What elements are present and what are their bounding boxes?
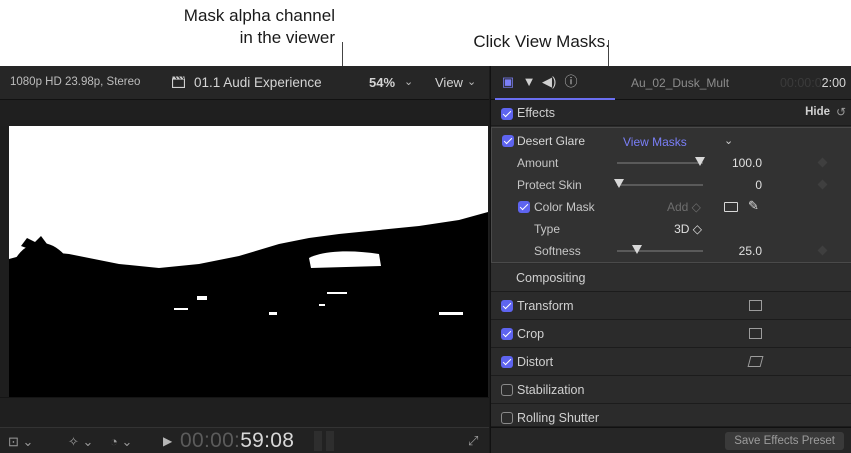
compositing-label: Compositing	[516, 271, 586, 285]
distort-onscreen-icon[interactable]	[747, 356, 764, 367]
timecode: 00:00:59:08	[180, 429, 294, 453]
audio-inspector-icon[interactable]: ◀)	[542, 75, 556, 89]
figure: Mask alpha channel in the viewer Click V…	[0, 0, 851, 453]
callout-view-masks: Click View Masks.	[473, 32, 610, 51]
transform-tools-icon[interactable]: ⊡ ⌄	[8, 434, 33, 450]
crop-checkbox[interactable]	[501, 328, 513, 340]
viewer: 1080p HD 23.98p, Stereo 01.1 Audi Experi…	[0, 66, 489, 453]
softness-slider-track[interactable]	[617, 250, 703, 252]
distort-row[interactable]: Distort	[491, 348, 851, 376]
transform-row[interactable]: Transform	[491, 292, 851, 320]
rolling-shutter-row[interactable]: Rolling Shutter	[491, 404, 851, 427]
timecode-dim: 00:00:	[180, 429, 241, 452]
format-label: 1080p HD 23.98p, Stereo	[10, 76, 141, 88]
property-label: Transform	[517, 299, 574, 313]
softness-label: Softness	[534, 244, 581, 258]
audio-meter-right	[326, 431, 334, 451]
reset-icon[interactable]: ↺	[836, 105, 846, 119]
fcp-window: 1080p HD 23.98p, Stereo 01.1 Audi Experi…	[0, 66, 851, 453]
callout-mask-alpha: Mask alpha channel in the viewer	[100, 5, 335, 49]
viewer-image-mask[interactable]	[9, 126, 488, 397]
chevron-down-icon[interactable]: ⌄	[724, 134, 733, 147]
enhance-wand-icon[interactable]: ✧ ⌄	[68, 434, 93, 450]
amount-slider-track[interactable]	[617, 162, 703, 164]
viewer-header: 1080p HD 23.98p, Stereo 01.1 Audi Experi…	[0, 66, 489, 100]
inspector: ▣ ▼ ◀) ⓘ Au_02_Dusk_Mult 00:00:02:00 Eff…	[490, 66, 851, 453]
param-protect-skin: Protect Skin 0	[492, 174, 851, 196]
eyedropper-icon[interactable]: ✎	[748, 198, 759, 214]
clapper-icon	[172, 76, 185, 88]
view-masks-button[interactable]: View Masks	[623, 135, 687, 149]
desert-glare-checkbox[interactable]	[502, 135, 514, 147]
callout-line-1: Mask alpha channel	[183, 6, 335, 25]
add-mask-button[interactable]: Add ◇	[667, 200, 701, 214]
clip-duration: 00:00:02:00	[780, 76, 846, 90]
chevron-down-icon[interactable]: ⌄	[467, 75, 476, 88]
param-softness: Softness 25.0	[492, 240, 851, 262]
transform-checkbox[interactable]	[501, 300, 513, 312]
effect-header: Desert Glare View Masks ⌄	[492, 130, 851, 152]
color-mask-label: Color Mask	[534, 200, 595, 214]
viewer-letterbox-bottom	[0, 397, 489, 427]
rolling-shutter-checkbox[interactable]	[501, 412, 513, 424]
inspector-header: ▣ ▼ ◀) ⓘ Au_02_Dusk_Mult 00:00:02:00	[491, 66, 851, 100]
softness-value[interactable]: 25.0	[702, 244, 762, 258]
fullscreen-icon[interactable]: ⤢	[468, 433, 478, 449]
param-label: Amount	[517, 156, 559, 170]
callout-line-2: in the viewer	[239, 28, 335, 47]
effects-label: Effects	[517, 106, 555, 120]
crop-onscreen-icon[interactable]	[749, 328, 762, 339]
info-inspector-icon[interactable]: ⓘ	[564, 75, 578, 89]
effects-checkbox[interactable]	[501, 108, 513, 120]
transform-onscreen-icon[interactable]	[749, 300, 762, 311]
type-value[interactable]: 3D ◇	[642, 222, 702, 236]
color-inspector-icon[interactable]: ▼	[522, 75, 536, 89]
audio-meter-left	[314, 431, 322, 451]
timecode-bright: 59:08	[240, 429, 295, 452]
effect-name: Desert Glare	[517, 134, 586, 148]
property-label: Crop	[517, 327, 545, 341]
distort-checkbox[interactable]	[501, 356, 513, 368]
color-mask-checkbox[interactable]	[518, 201, 530, 213]
video-inspector-icon[interactable]: ▣	[501, 75, 515, 89]
viewer-footer: ⊡ ⌄ ✧ ⌄ ◔ ⌄ ▶ 00:00:59:08 ⤢	[0, 427, 489, 453]
property-label: Distort	[517, 355, 554, 369]
view-menu[interactable]: View	[435, 75, 463, 90]
param-value[interactable]: 0	[702, 178, 762, 192]
clip-name: Au_02_Dusk_Mult	[631, 76, 730, 90]
param-label: Protect Skin	[517, 178, 582, 192]
keyframe-icon[interactable]	[817, 157, 828, 168]
protect-skin-slider-track[interactable]	[617, 184, 703, 186]
protect-skin-slider-knob[interactable]	[614, 179, 624, 188]
compositing-section[interactable]: Compositing	[491, 264, 851, 292]
speed-gauge-icon[interactable]: ◔ ⌄	[110, 434, 132, 450]
mask-alpha-image	[9, 126, 488, 397]
property-label: Rolling Shutter	[517, 411, 599, 425]
zoom-menu[interactable]: 54%	[369, 75, 395, 90]
play-icon[interactable]: ▶	[163, 434, 172, 448]
desert-glare-effect: Desert Glare View Masks ⌄ Amount 100.0 P…	[491, 127, 851, 263]
duration-dim: 00:00:0	[779, 76, 822, 90]
stabilization-checkbox[interactable]	[501, 384, 513, 396]
chevron-down-icon[interactable]: ⌄	[404, 75, 413, 88]
stabilization-row[interactable]: Stabilization	[491, 376, 851, 404]
crop-row[interactable]: Crop	[491, 320, 851, 348]
project-title: 01.1 Audi Experience	[194, 75, 322, 90]
type-label: Type	[534, 222, 561, 236]
param-color-mask: Color Mask Add ◇ ✎	[492, 196, 851, 218]
param-type: Type 3D ◇	[492, 218, 851, 240]
rectangle-mask-icon[interactable]	[724, 202, 738, 212]
softness-slider-knob[interactable]	[632, 245, 642, 254]
effects-section-header: Effects Hide ↺	[491, 100, 851, 126]
inspector-footer: Save Effects Preset	[491, 427, 851, 453]
save-effects-preset-button[interactable]: Save Effects Preset	[725, 432, 844, 450]
hide-button[interactable]: Hide	[805, 106, 830, 118]
viewer-letterbox-top	[0, 100, 489, 126]
keyframe-icon[interactable]	[817, 179, 828, 190]
param-amount: Amount 100.0	[492, 152, 851, 174]
param-value[interactable]: 100.0	[702, 156, 762, 170]
keyframe-icon[interactable]	[817, 245, 828, 256]
duration-bright: 2:00	[821, 76, 846, 90]
property-label: Stabilization	[517, 383, 585, 397]
